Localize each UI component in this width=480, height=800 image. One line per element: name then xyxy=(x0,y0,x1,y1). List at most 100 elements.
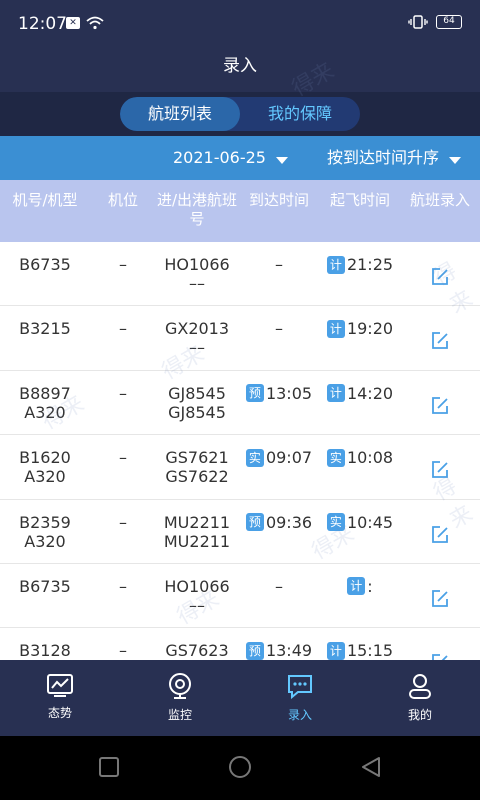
tab-flight-list[interactable]: 航班列表 xyxy=(120,97,240,131)
status-time: 12:07 xyxy=(18,14,67,34)
departure-status-badge: 计 xyxy=(326,319,345,338)
home-icon[interactable] xyxy=(227,756,253,782)
chevron-down-icon xyxy=(275,156,288,164)
registration: B3215 xyxy=(19,319,71,339)
registration-cell: B3128 xyxy=(0,628,90,660)
registration-cell: B8897 A320 xyxy=(0,371,90,434)
departure-status-badge: 实 xyxy=(326,448,345,467)
table-row[interactable]: B2359 A320 – MU2211 MU2211 预 09:36 实 10:45 xyxy=(0,500,480,564)
bottom-tab-bar: 态势 监控 录入 我的 xyxy=(0,660,480,736)
date-filter[interactable]: 2021-06-25 xyxy=(173,136,288,180)
departure-time: 14:20 xyxy=(346,383,394,403)
bottom-tab-monitor[interactable]: 监控 xyxy=(120,660,240,736)
aircraft-type: A320 xyxy=(24,402,66,422)
registration-cell: B3215 xyxy=(0,306,90,369)
edit-icon[interactable] xyxy=(430,267,450,291)
bottom-tab-label: 监控 xyxy=(167,708,192,722)
bottom-tab-mine[interactable]: 我的 xyxy=(360,660,480,736)
filter-bar: 2021-06-25 按到达时间升序 xyxy=(0,136,480,180)
edit-cell xyxy=(400,306,480,369)
bottom-tab-situation[interactable]: 态势 xyxy=(0,660,120,736)
flight-number-cell: MU2211 MU2211 xyxy=(156,500,238,563)
edit-icon[interactable] xyxy=(430,525,450,549)
aircraft-type: A320 xyxy=(24,467,66,487)
column-header-flight-number: 进/出港航班号 xyxy=(156,191,238,228)
departure-time: 19:20 xyxy=(346,319,394,339)
bottom-tab-entry[interactable]: 录入 xyxy=(240,660,360,736)
segment-control: 航班列表 我的保障 xyxy=(120,97,360,131)
flight-number-cell: GJ8545 GJ8545 xyxy=(156,371,238,434)
chart-icon xyxy=(47,674,73,697)
inbound-flight: MU2211 xyxy=(163,512,231,532)
edit-icon[interactable] xyxy=(430,331,450,355)
stand-cell: – xyxy=(119,255,127,274)
arrival-status-badge: 预 xyxy=(245,513,264,532)
edit-icon[interactable] xyxy=(430,589,450,613)
edit-icon[interactable] xyxy=(430,460,450,484)
table-row[interactable]: B3128 – GS7623 预 13:49 计 15:15 xyxy=(0,628,480,660)
departure-status-badge: 计 xyxy=(326,384,345,403)
registration-cell: B6735 xyxy=(0,242,90,305)
date-filter-value: 2021-06-25 xyxy=(173,148,266,167)
wifi-icon xyxy=(86,16,104,30)
system-navigation-bar xyxy=(0,736,480,800)
inbound-flight: GX2013 xyxy=(164,319,230,339)
stand-cell: – xyxy=(119,576,127,596)
outbound-flight: GS7622 xyxy=(165,467,229,487)
battery-icon: 64 xyxy=(436,15,462,29)
registration-cell: B2359 A320 xyxy=(0,500,90,563)
registration: B3128 xyxy=(19,641,71,660)
edit-cell xyxy=(400,371,480,434)
inbound-flight: GS7623 xyxy=(165,641,229,660)
edit-cell xyxy=(400,435,480,498)
departure-time: : xyxy=(367,576,373,596)
bottom-tab-label: 态势 xyxy=(47,706,72,720)
registration-cell: B1620 A320 xyxy=(0,435,90,498)
table-row[interactable]: B1620 A320 – GS7621 GS7622 实 09:07 实 10:08 xyxy=(0,435,480,500)
outbound-flight: –– xyxy=(189,274,205,293)
sort-filter[interactable]: 按到达时间升序 xyxy=(327,136,462,180)
outbound-flight: –– xyxy=(189,595,205,615)
stand-cell: – xyxy=(119,512,127,532)
camera-icon xyxy=(169,673,191,699)
departure-time: 10:08 xyxy=(346,448,394,468)
column-header-departure-time: 起飞时间 xyxy=(329,191,390,209)
user-icon xyxy=(409,674,431,699)
arrival-time: 13:05 xyxy=(265,383,313,403)
outbound-flight: –– xyxy=(189,338,205,358)
flight-number-cell: HO1066 –– xyxy=(156,564,238,627)
edit-cell xyxy=(400,500,480,563)
arrival-time: – xyxy=(275,576,283,596)
flight-number-cell: HO1066 –– xyxy=(156,242,238,305)
inbound-flight: GS7621 xyxy=(165,448,229,468)
registration: B6735 xyxy=(19,255,71,274)
stand-cell: – xyxy=(119,448,127,468)
flight-number-cell: GX2013 –– xyxy=(156,306,238,369)
arrival-status-badge: 实 xyxy=(245,448,264,467)
inbound-flight: GJ8545 xyxy=(168,383,226,403)
flight-table-body: B6735 – HO1066 –– – 计 21:25 B3215 – GX2013… xyxy=(0,242,480,660)
table-row[interactable]: B8897 A320 – GJ8545 GJ8545 预 13:05 计 14:20 xyxy=(0,371,480,436)
column-header-arrival-time: 到达时间 xyxy=(248,191,309,209)
departure-status-badge: 计 xyxy=(326,255,345,274)
tab-my-support[interactable]: 我的保障 xyxy=(240,97,360,131)
edit-cell xyxy=(400,564,480,627)
departure-time: 15:15 xyxy=(346,641,394,660)
recents-icon[interactable] xyxy=(98,756,120,778)
registration: B6735 xyxy=(19,576,71,596)
outbound-flight: GJ8545 xyxy=(168,402,226,422)
aircraft-type: A320 xyxy=(24,531,66,551)
table-row[interactable]: B6735 – HO1066 –– – 计 21:25 xyxy=(0,242,480,307)
chat-icon xyxy=(288,675,312,700)
registration-cell: B6735 xyxy=(0,564,90,627)
edit-icon[interactable] xyxy=(430,396,450,420)
departure-status-badge: 实 xyxy=(326,513,345,532)
back-icon[interactable] xyxy=(360,756,382,780)
departure-time: 10:45 xyxy=(346,512,394,532)
vibrate-icon xyxy=(408,15,428,29)
edit-icon[interactable] xyxy=(430,653,450,660)
stand-cell: – xyxy=(119,319,127,339)
table-row[interactable]: B3215 – GX2013 –– – 计 19:20 xyxy=(0,306,480,371)
stand-cell: – xyxy=(119,383,127,403)
table-row[interactable]: B6735 – HO1066 –– – 计: xyxy=(0,564,480,629)
